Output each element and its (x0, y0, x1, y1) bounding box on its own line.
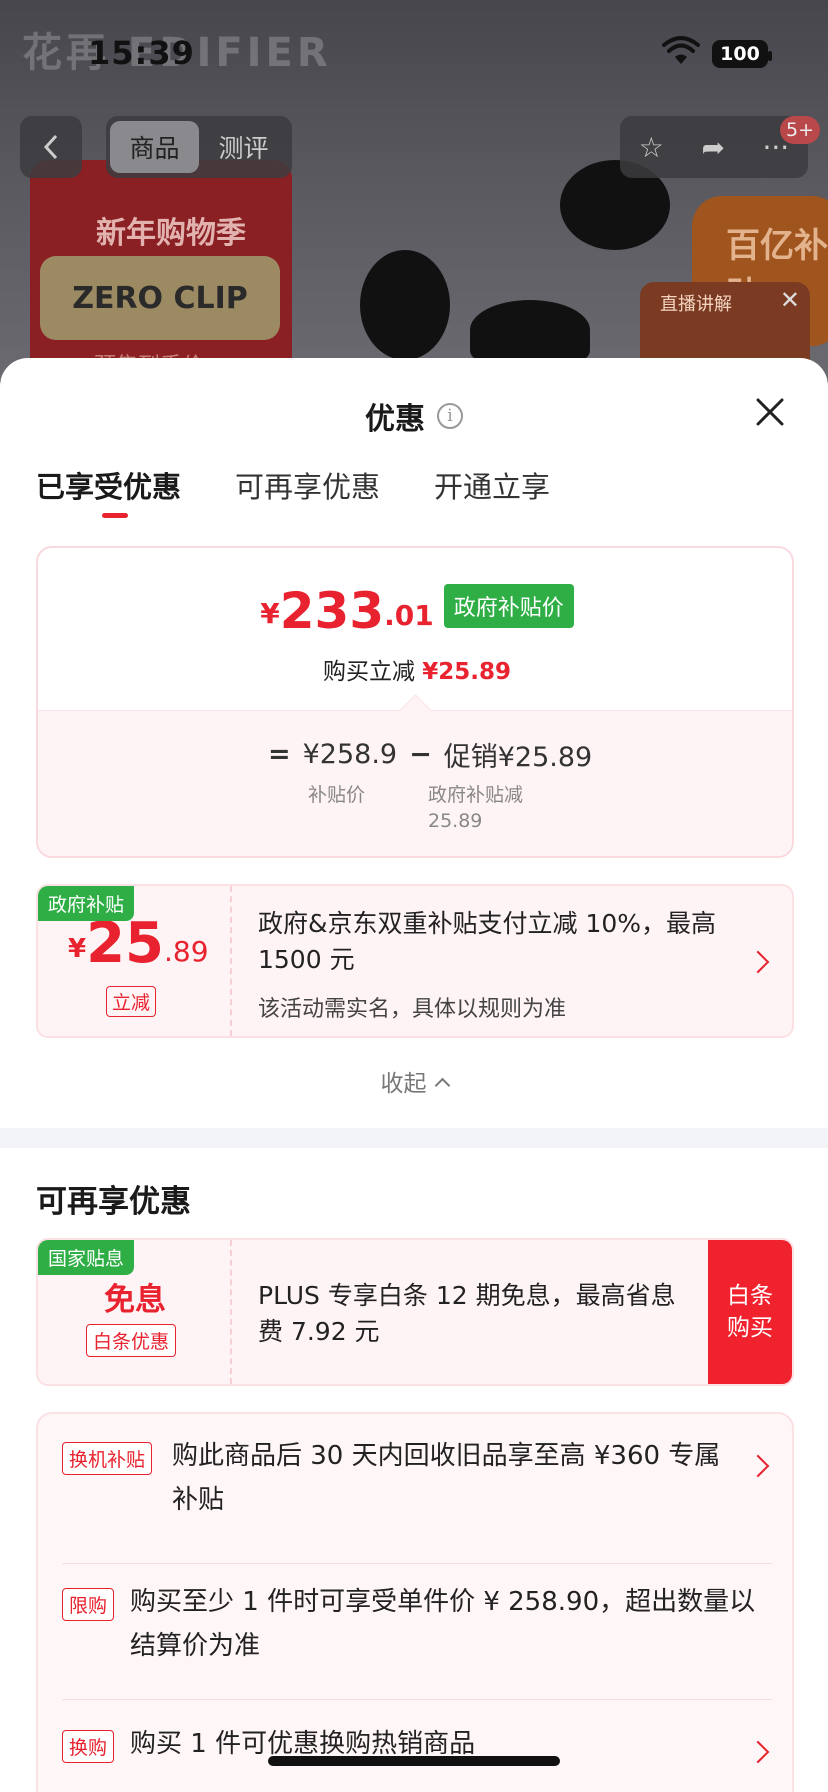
battery-icon: 100 (712, 40, 772, 68)
nav-tabs: 商品 测评 (106, 116, 292, 178)
promo-list: 换机补贴 购此商品后 30 天内回收旧品享至高 ¥360 专属补贴 限购 购买至… (36, 1412, 794, 1792)
promo-item-exchange[interactable]: 换购 购买 1 件可优惠换购热销商品 (62, 1704, 772, 1792)
price-currency: ¥ (260, 597, 280, 630)
promo-item-trade-in[interactable]: 换机补贴 购此商品后 30 天内回收旧品享至高 ¥360 专属补贴 (62, 1434, 772, 1564)
final-price: ¥ 233 .01 政府补贴价 (38, 582, 792, 640)
interest-free-coupon: 免息 白条优惠 国家贴息 PLUS 专享白条 12 期免息，最高省息费 7.92… (36, 1238, 794, 1386)
interest-tag: 国家贴息 (38, 1240, 135, 1275)
price-formula: = ¥258.9 − 促销¥25.89 补贴价 政府补贴减 25.89 (38, 710, 792, 856)
wifi-icon (662, 36, 700, 64)
coupon-description: 政府&京东双重补贴支付立减 10%，最高 1500 元 (258, 909, 717, 974)
interest-description: PLUS 专享白条 12 期免息，最高省息费 7.92 元 (258, 1281, 676, 1346)
promo-tag: 换机补贴 (62, 1442, 153, 1475)
live-label: 直播讲解 (660, 294, 732, 315)
promo-card: 新年购物季 ZERO CLIP 预售到手价 (30, 160, 292, 380)
reduce-line: 购买立减 ¥25.89 (38, 652, 792, 686)
earbud-left-image (360, 250, 450, 360)
coupon-body: 政府&京东双重补贴支付立减 10%，最高 1500 元 该活动需实名，具体以规则… (258, 906, 718, 1023)
formula-minus: − (409, 739, 432, 770)
promo-label-line2: 25.89 (428, 809, 483, 832)
reduce-label: 购买立减 (322, 659, 415, 685)
chevron-up-icon (434, 1077, 450, 1094)
coupon-amount-dec: .89 (164, 935, 209, 968)
gov-price-tag: 政府补贴价 (443, 584, 574, 628)
earbud-clip-image (470, 300, 590, 360)
chevron-right-icon[interactable] (746, 950, 770, 974)
promo-item-limit: 限购 购买至少 1 件时可享受单件价 ¥ 258.90，超出数量以结算价为准 (62, 1568, 772, 1700)
promo-tag: 换购 (62, 1730, 115, 1763)
coupon-note: 该活动需实名，具体以规则为准 (258, 997, 567, 1022)
price-integer: 233 (279, 582, 385, 640)
sheet-header: 优惠 i (0, 392, 828, 440)
coupon-amount: ¥ 25 .89 (68, 916, 209, 972)
product-hero: 花再 EDIFIER 新年购物季 ZERO CLIP 预售到手价 百亿补贴 直播… (0, 0, 828, 380)
promo-title: 新年购物季 (96, 216, 246, 251)
tab-enjoyed[interactable]: 已享受优惠 (36, 464, 181, 518)
promo-text: 购买至少 1 件时可享受单件价 ¥ 258.90，超出数量以结算价为准 (130, 1587, 756, 1662)
status-time: 15:39 (88, 34, 195, 72)
base-label: 补贴价 (308, 784, 366, 806)
tab-product[interactable]: 商品 (110, 121, 199, 173)
coupon-currency: ¥ (68, 934, 87, 964)
discount-tabs: 已享受优惠 可再享优惠 开通立享 (36, 464, 550, 518)
close-button[interactable] (752, 394, 788, 430)
gov-subsidy-coupon[interactable]: ¥ 25 .89 立减 政府补贴 政府&京东双重补贴支付立减 10%，最高 15… (36, 884, 794, 1038)
reduce-value: ¥25.89 (422, 659, 512, 685)
share-icon[interactable]: ➦ (701, 131, 724, 164)
section-title: 可再享优惠 (36, 1184, 191, 1220)
promo-label-line1: 政府补贴减 (428, 784, 524, 806)
formula-row: = ¥258.9 − 促销¥25.89 (256, 735, 592, 774)
chevron-left-icon (43, 134, 58, 160)
promo-text: 购此商品后 30 天内回收旧品享至高 ¥360 专属补贴 (172, 1441, 721, 1516)
gov-subsidy-tag: 政府补贴 (38, 886, 135, 921)
baitiao-chip: 白条优惠 (86, 1324, 177, 1357)
formula-equals: = (268, 739, 291, 770)
notification-badge: 5+ (780, 116, 821, 144)
baitiao-buy-button[interactable]: 白条购买 (708, 1240, 792, 1384)
collapse-label: 收起 (380, 1071, 427, 1097)
promo-label: 政府补贴减 25.89 (428, 783, 523, 834)
tab-review[interactable]: 测评 (199, 121, 288, 173)
tab-activate[interactable]: 开通立享 (434, 464, 550, 518)
coupon-amount-int: 25 (86, 911, 165, 976)
promo-tag: 限购 (62, 1588, 115, 1621)
promo-product-name: ZERO CLIP (40, 256, 280, 340)
close-icon[interactable]: ✕ (780, 286, 800, 314)
interest-free-label: 免息 (104, 1282, 166, 1318)
info-icon[interactable]: i (437, 403, 463, 429)
coupon-chip: 立减 (106, 986, 157, 1017)
formula-promo: 促销¥25.89 (443, 742, 593, 773)
tab-more-available[interactable]: 可再享优惠 (235, 464, 380, 518)
formula-base: ¥258.9 (302, 739, 398, 770)
section-divider (0, 1128, 828, 1148)
discount-sheet: 优惠 i 已享受优惠 可再享优惠 开通立享 ¥ 233 .01 政府补贴价 购买… (0, 358, 828, 1792)
price-decimal: .01 (384, 599, 434, 632)
interest-body: PLUS 专享白条 12 期免息，最高省息费 7.92 元 (258, 1278, 678, 1349)
home-indicator[interactable] (268, 1756, 560, 1766)
star-icon[interactable]: ☆ (639, 131, 664, 164)
price-breakdown-card: ¥ 233 .01 政府补贴价 购买立减 ¥25.89 = ¥258.9 − 促… (36, 546, 794, 858)
sheet-title: 优惠 (365, 402, 425, 437)
back-button[interactable] (20, 116, 82, 178)
collapse-button[interactable]: 收起 (0, 1064, 828, 1098)
